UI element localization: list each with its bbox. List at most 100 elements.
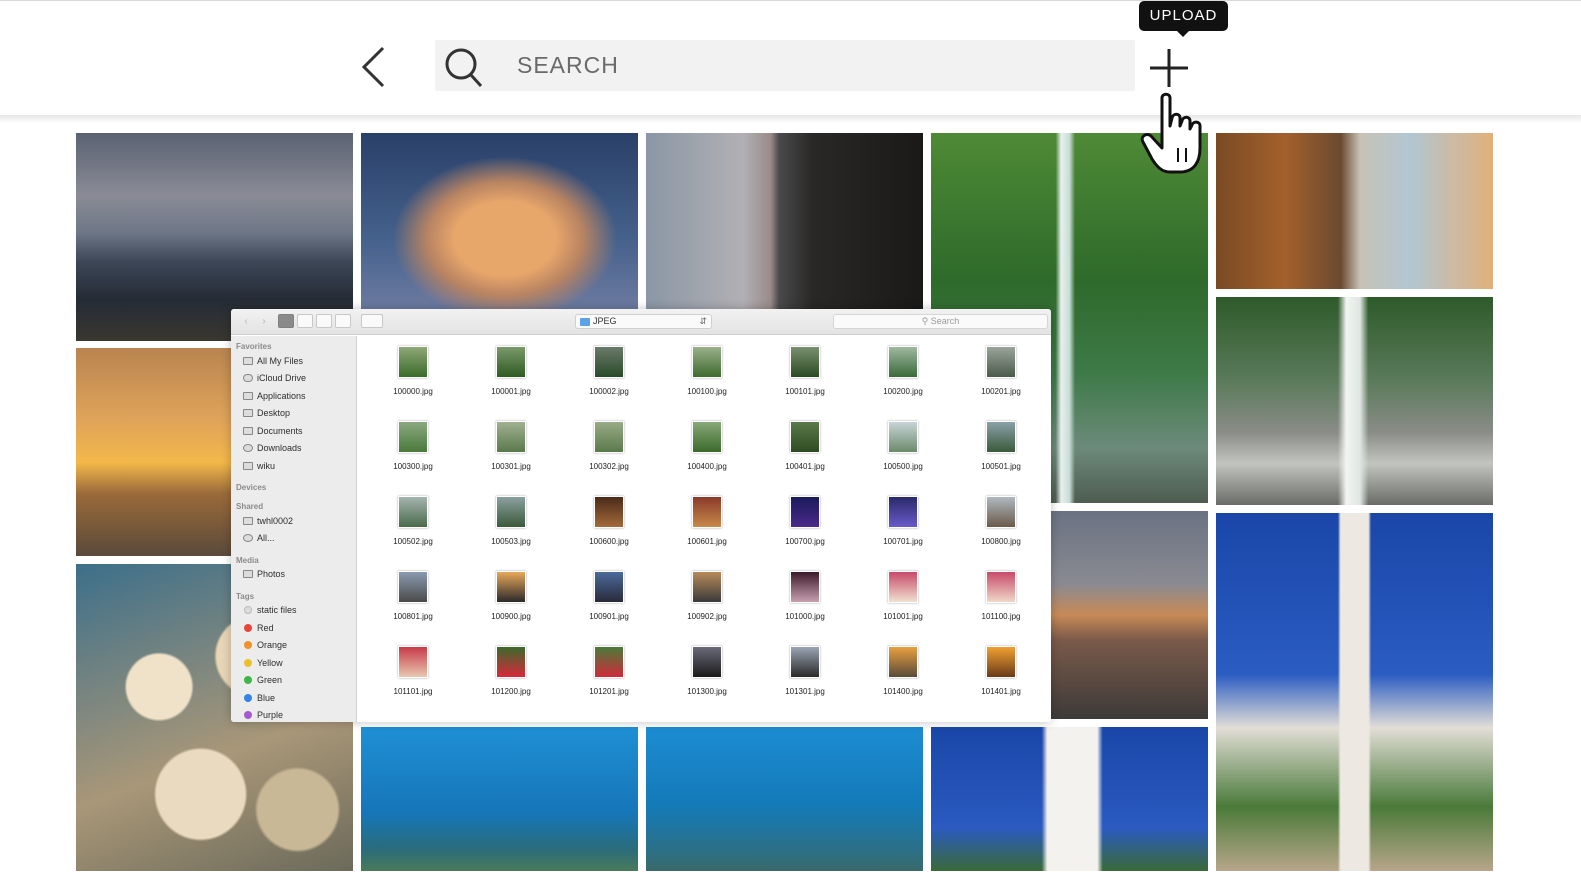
file-item[interactable]: 100300.jpg: [373, 416, 453, 486]
gallery-photo-rotated-sky[interactable]: [646, 133, 923, 309]
file-item[interactable]: 100902.jpg: [667, 566, 747, 636]
sidebar-tag-yellow[interactable]: Yellow: [242, 656, 354, 670]
file-item[interactable]: 101201.jpg: [569, 641, 649, 711]
applications-icon: [243, 392, 253, 400]
file-item[interactable]: 100701.jpg: [863, 491, 943, 561]
file-item[interactable]: 100302.jpg: [569, 416, 649, 486]
file-name: 101201.jpg: [589, 687, 629, 696]
finder-column-view-icon[interactable]: [316, 314, 332, 328]
file-thumbnail: [398, 496, 428, 528]
sidebar-item-shared-all[interactable]: All...: [242, 531, 354, 545]
tag-dot-icon: [244, 659, 252, 667]
gallery-photo-town-square[interactable]: [1216, 513, 1493, 871]
gallery-photo-rocky-shore[interactable]: [1216, 133, 1493, 289]
file-item[interactable]: 101300.jpg: [667, 641, 747, 711]
back-button[interactable]: [352, 40, 398, 94]
file-name: 100902.jpg: [687, 612, 727, 621]
finder-coverflow-view-icon[interactable]: [335, 314, 351, 328]
upload-button[interactable]: [1148, 47, 1190, 89]
finder-path-label: JPEG: [593, 316, 617, 326]
sidebar-tag-orange[interactable]: Orange: [242, 638, 354, 652]
finder-path-popup[interactable]: JPEG ⇵: [575, 314, 712, 329]
finder-back-icon[interactable]: ‹: [239, 315, 253, 328]
file-thumbnail: [398, 346, 428, 378]
file-name: 101000.jpg: [785, 612, 825, 621]
file-item[interactable]: 100800.jpg: [961, 491, 1041, 561]
file-item[interactable]: 101000.jpg: [765, 566, 845, 636]
sidebar-section-devices: Devices: [236, 483, 267, 492]
file-item[interactable]: 100700.jpg: [765, 491, 845, 561]
documents-icon: [243, 427, 253, 435]
finder-arrange-icon[interactable]: [361, 314, 383, 328]
file-item[interactable]: 100503.jpg: [471, 491, 551, 561]
search-icon[interactable]: [443, 46, 483, 88]
file-thumbnail: [692, 346, 722, 378]
file-item[interactable]: 100901.jpg: [569, 566, 649, 636]
file-item[interactable]: 101200.jpg: [471, 641, 551, 711]
file-item[interactable]: 100401.jpg: [765, 416, 845, 486]
upload-tooltip: UPLOAD: [1139, 1, 1228, 31]
file-thumbnail: [692, 646, 722, 678]
sidebar-item-documents[interactable]: Documents: [242, 424, 354, 438]
search-box: [435, 40, 1135, 91]
file-item[interactable]: 101100.jpg: [961, 566, 1041, 636]
sidebar-tag-red[interactable]: Red: [242, 621, 354, 635]
gallery-photo-cloud[interactable]: [361, 133, 638, 309]
file-item[interactable]: 100400.jpg: [667, 416, 747, 486]
sidebar-section-media: Media: [236, 556, 259, 565]
finder-search-field[interactable]: ⚲ Search: [833, 314, 1048, 329]
file-item[interactable]: 100002.jpg: [569, 341, 649, 411]
file-thumbnail: [398, 571, 428, 603]
file-item[interactable]: 100502.jpg: [373, 491, 453, 561]
tag-dot-icon: [244, 676, 252, 684]
finder-list-view-icon[interactable]: [297, 314, 313, 328]
file-item[interactable]: 100900.jpg: [471, 566, 551, 636]
file-item[interactable]: 100200.jpg: [863, 341, 943, 411]
sidebar-item-downloads[interactable]: Downloads: [242, 441, 354, 455]
file-item[interactable]: 100500.jpg: [863, 416, 943, 486]
sidebar-item-desktop[interactable]: Desktop: [242, 406, 354, 420]
sidebar-item-photos[interactable]: Photos: [242, 567, 354, 581]
sidebar-item-label: iCloud Drive: [257, 373, 307, 383]
sidebar-item-label: Orange: [257, 640, 288, 650]
file-item[interactable]: 100801.jpg: [373, 566, 453, 636]
file-item[interactable]: 100100.jpg: [667, 341, 747, 411]
tag-dot-icon: [244, 606, 252, 614]
sidebar-tag-green[interactable]: Green: [242, 673, 354, 687]
finder-icon-view-icon[interactable]: [278, 314, 294, 328]
file-item[interactable]: 100101.jpg: [765, 341, 845, 411]
file-name: 100900.jpg: [491, 612, 531, 621]
file-item[interactable]: 100201.jpg: [961, 341, 1041, 411]
gallery-photo-waterfall-rocks[interactable]: [1216, 297, 1493, 505]
file-item[interactable]: 101301.jpg: [765, 641, 845, 711]
sidebar-item-home[interactable]: wiku: [242, 459, 354, 473]
sidebar-section-favorites: Favorites: [236, 342, 272, 351]
sidebar-tag-purple[interactable]: Purple: [242, 708, 354, 722]
sidebar-item-applications[interactable]: Applications: [242, 389, 354, 403]
file-item[interactable]: 100301.jpg: [471, 416, 551, 486]
sidebar-item-label: Documents: [257, 426, 303, 436]
gallery-photo-underwater-2[interactable]: [646, 727, 923, 871]
file-item[interactable]: 100601.jpg: [667, 491, 747, 561]
sidebar-item-shared-computer[interactable]: twhl0002: [242, 514, 354, 528]
file-item[interactable]: 100001.jpg: [471, 341, 551, 411]
search-input[interactable]: [517, 48, 1117, 82]
sidebar-item-icloud-drive[interactable]: iCloud Drive: [242, 371, 354, 385]
file-item[interactable]: 101101.jpg: [373, 641, 453, 711]
file-item[interactable]: 100600.jpg: [569, 491, 649, 561]
file-item[interactable]: 101400.jpg: [863, 641, 943, 711]
file-item[interactable]: 100000.jpg: [373, 341, 453, 411]
sidebar-item-all-my-files[interactable]: All My Files: [242, 354, 354, 368]
computer-icon: [243, 517, 253, 525]
chevron-left-icon: [361, 46, 385, 88]
file-item[interactable]: 100501.jpg: [961, 416, 1041, 486]
gallery-photo-bell-tower[interactable]: [931, 727, 1208, 871]
file-thumbnail: [790, 571, 820, 603]
sidebar-tag-static-files[interactable]: static files: [242, 603, 354, 617]
finder-forward-icon[interactable]: ›: [257, 315, 271, 328]
gallery-photo-underwater-1[interactable]: [361, 727, 638, 871]
sidebar-tag-blue[interactable]: Blue: [242, 691, 354, 705]
file-item[interactable]: 101001.jpg: [863, 566, 943, 636]
file-thumbnail: [986, 571, 1016, 603]
file-item[interactable]: 101401.jpg: [961, 641, 1041, 711]
